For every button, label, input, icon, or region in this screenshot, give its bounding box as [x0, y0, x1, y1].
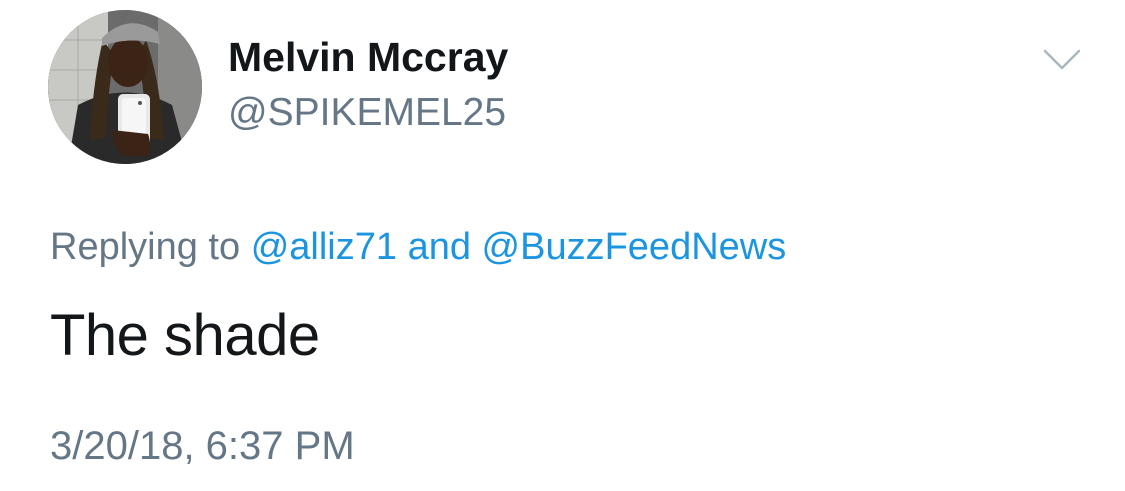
mention-link[interactable]: @alliz71	[251, 226, 397, 268]
avatar[interactable]	[48, 10, 202, 164]
replying-prefix: Replying to	[50, 226, 241, 268]
profile-photo	[48, 10, 202, 164]
author-display-name[interactable]: Melvin Mccray	[228, 34, 508, 81]
mention-link[interactable]: @BuzzFeedNews	[482, 226, 787, 268]
tweet-text: The shade	[50, 303, 320, 368]
author-handle[interactable]: @SPIKEMEL25	[228, 91, 506, 135]
chevron-down-icon[interactable]	[1042, 48, 1082, 72]
reply-conjunction[interactable]: and	[408, 226, 471, 268]
tweet-timestamp[interactable]: 3/20/18, 6:37 PM	[50, 424, 355, 469]
reply-context: Replying to @alliz71 and @BuzzFeedNews	[50, 226, 786, 269]
